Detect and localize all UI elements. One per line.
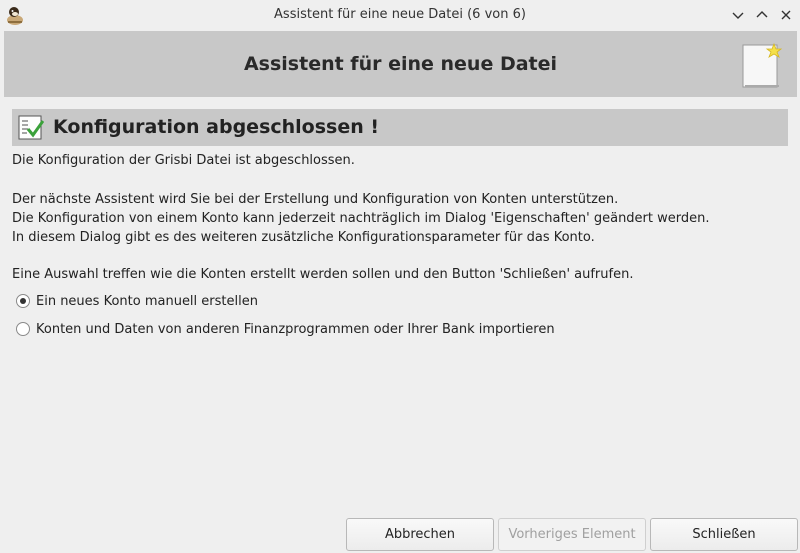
radio-button[interactable] (16, 322, 30, 336)
option-import-accounts[interactable]: Konten und Daten von anderen Finanzprogr… (16, 319, 555, 339)
close-button[interactable]: Schließen (650, 518, 798, 551)
new-file-icon (741, 41, 785, 89)
window-title: Assistent für eine neue Datei (6 von 6) (274, 7, 526, 22)
section-title: Konfiguration abgeschlossen ! (53, 116, 380, 138)
banner-title: Assistent für eine neue Datei (243, 53, 558, 75)
chevron-up-icon (756, 11, 768, 18)
checklist-icon (18, 115, 45, 140)
close-icon (781, 10, 791, 20)
chevron-down-icon (732, 12, 744, 19)
option-label: Konten und Daten von anderen Finanzprogr… (36, 321, 555, 337)
maximize-button[interactable] (752, 5, 772, 25)
properties-dialog-text: Die Konfiguration von einem Konto kann j… (12, 211, 710, 226)
section-header: Konfiguration abgeschlossen ! (12, 109, 788, 146)
radio-button-selected[interactable] (16, 294, 30, 308)
option-manual-account[interactable]: Ein neues Konto manuell erstellen (16, 291, 258, 311)
option-label: Ein neues Konto manuell erstellen (36, 293, 258, 309)
minimize-button[interactable] (728, 5, 748, 25)
additional-params-text: In diesem Dialog gibt es des weiteren zu… (12, 230, 595, 245)
cancel-button[interactable]: Abbrechen (346, 518, 494, 551)
next-assistant-text: Der nächste Assistent wird Sie bei der E… (12, 192, 619, 207)
instruction-text: Eine Auswahl treffen wie die Konten erst… (12, 267, 634, 282)
close-window-button[interactable] (776, 5, 796, 25)
window-titlebar: Assistent für eine neue Datei (6 von 6) (0, 0, 800, 30)
previous-button[interactable]: Vorheriges Element (498, 518, 646, 551)
assistant-banner: Assistent für eine neue Datei (4, 31, 797, 97)
config-complete-text: Die Konfiguration der Grisbi Datei ist a… (12, 153, 355, 168)
